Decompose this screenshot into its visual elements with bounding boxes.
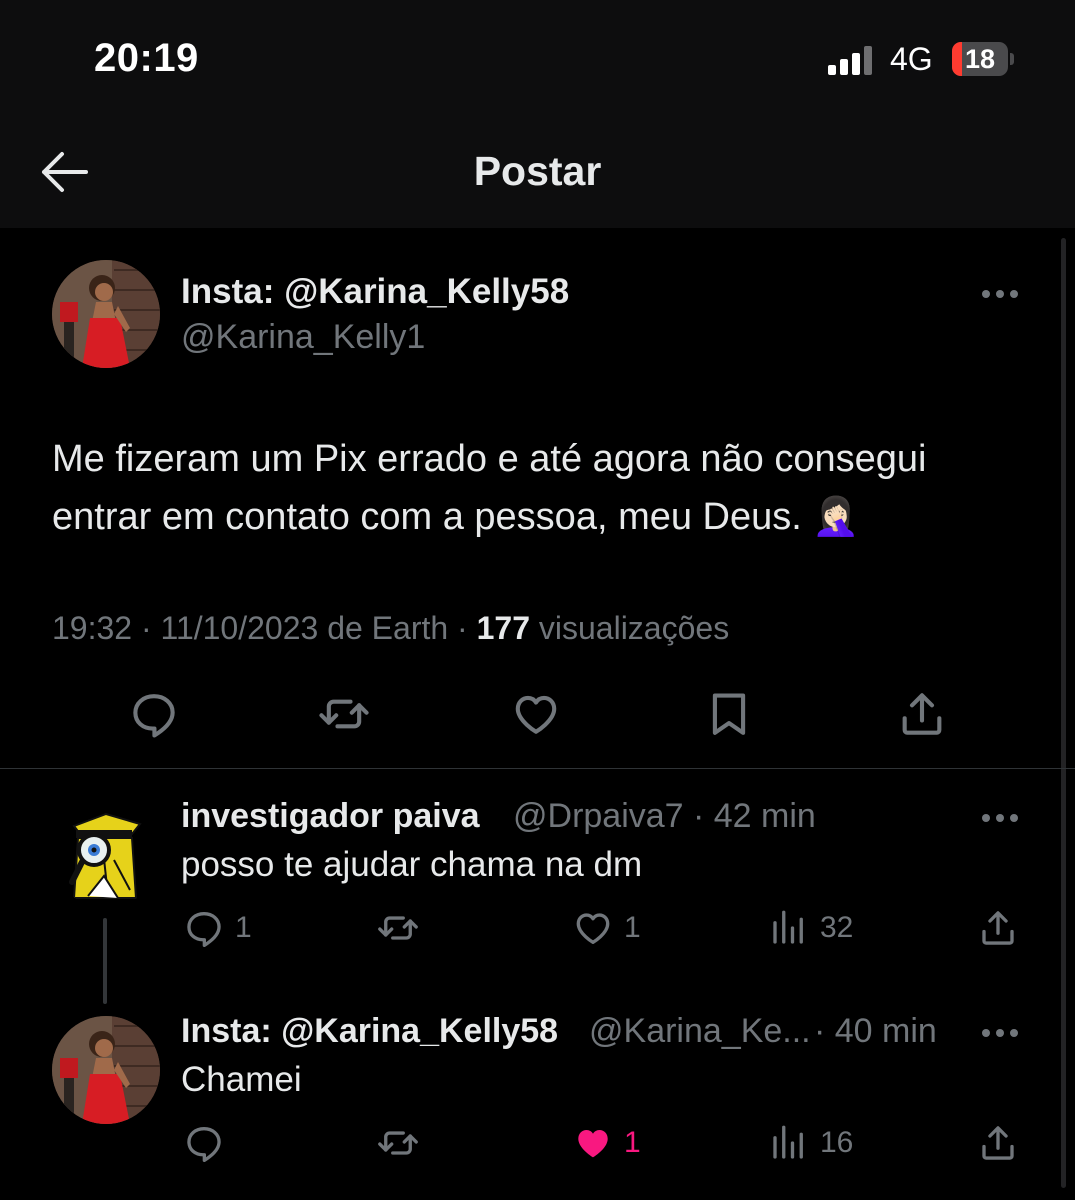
author-display-name[interactable]: Insta: @Karina_Kelly58 <box>181 272 569 312</box>
author-handle[interactable]: @Karina_Kelly1 <box>181 318 425 357</box>
status-time: 20:19 <box>94 36 199 80</box>
views-button[interactable]: 16 <box>768 1121 853 1165</box>
reply-button[interactable]: 1 <box>183 906 252 950</box>
more-options-icon[interactable] <box>980 811 1020 825</box>
views-count: 32 <box>820 911 854 944</box>
bookmark-icon[interactable] <box>703 688 755 740</box>
reply-button[interactable] <box>183 1121 235 1165</box>
like-filled-icon <box>572 1122 614 1164</box>
reply-icon <box>183 1122 225 1164</box>
views-count: 177 <box>476 610 530 646</box>
repost-icon[interactable] <box>318 688 370 740</box>
thread-line <box>103 918 107 1004</box>
scrollbar[interactable] <box>1061 238 1066 1188</box>
post-meta: 19:32 · 11/10/2023 de Earth · 177 visual… <box>52 610 729 647</box>
post-time: 19:32 <box>52 610 133 646</box>
repost-icon <box>377 1122 419 1164</box>
cellular-signal-icon <box>828 46 872 75</box>
reply-text: Chamei <box>181 1060 302 1099</box>
post-date[interactable]: 11/10/2023 de Earth <box>161 610 449 646</box>
share-icon[interactable] <box>896 688 948 740</box>
reply-icon[interactable] <box>128 688 180 740</box>
reply-display-name[interactable]: Insta: @Karina_Kelly58 <box>181 1012 558 1051</box>
reply-avatar[interactable] <box>52 1016 160 1124</box>
meta-separator: · <box>140 610 161 646</box>
reply-display-name[interactable]: investigador paiva <box>181 797 480 836</box>
battery-percent: 18 <box>964 44 996 74</box>
views-icon <box>768 907 810 949</box>
views-button[interactable]: 32 <box>768 906 853 950</box>
reply-count: 1 <box>235 911 252 944</box>
repost-button[interactable] <box>377 906 429 950</box>
share-button[interactable] <box>977 906 1019 950</box>
reply-handle[interactable]: @Drpaiva7 <box>513 797 684 836</box>
like-button[interactable]: 1 <box>572 906 641 950</box>
views-count: 16 <box>820 1126 854 1159</box>
post-text: Me fizeram um Pix errado e até agora não… <box>52 438 927 538</box>
like-button[interactable]: 1 <box>572 1121 641 1165</box>
reply-time: · 42 min <box>693 797 816 835</box>
divider <box>0 768 1075 769</box>
more-options-icon[interactable] <box>980 287 1020 301</box>
reply-handle[interactable]: @Karina_Ke... <box>589 1012 811 1051</box>
share-icon <box>977 1122 1019 1164</box>
avatar[interactable] <box>52 260 160 368</box>
reply-icon <box>183 907 225 949</box>
like-icon <box>572 907 614 949</box>
share-button[interactable] <box>977 1121 1019 1165</box>
battery-cap <box>1010 53 1014 65</box>
battery-icon: 18 <box>952 42 1014 76</box>
repost-button[interactable] <box>377 1121 429 1165</box>
like-count: 1 <box>624 1126 641 1159</box>
like-count: 1 <box>624 911 641 944</box>
page-title: Postar <box>473 148 602 194</box>
share-icon <box>977 907 1019 949</box>
reply-time: · 40 min <box>814 1012 937 1050</box>
meta-separator: · <box>457 610 477 646</box>
reply-text: posso te ajudar chama na dm <box>181 845 643 884</box>
views-icon <box>768 1122 810 1164</box>
like-icon[interactable] <box>510 688 562 740</box>
battery-body: 18 <box>952 42 1008 76</box>
views-label: visualizações <box>538 610 730 646</box>
more-options-icon[interactable] <box>980 1026 1020 1040</box>
network-type: 4G <box>890 41 933 77</box>
reply-avatar[interactable] <box>52 800 160 908</box>
repost-icon <box>377 907 419 949</box>
